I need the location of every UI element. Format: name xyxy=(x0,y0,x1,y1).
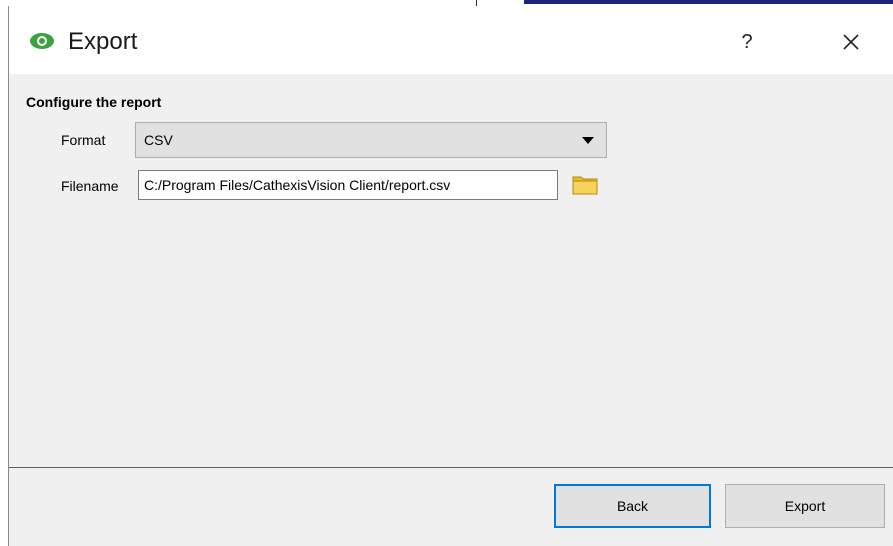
help-button[interactable]: ? xyxy=(729,24,765,60)
back-button[interactable]: Back xyxy=(554,484,711,528)
export-dialog: Export ? Configure the report Format CSV… xyxy=(8,6,893,546)
browse-button[interactable] xyxy=(571,170,599,198)
dropdown-arrow-icon xyxy=(582,137,594,144)
format-dropdown[interactable]: CSV xyxy=(135,122,607,158)
footer-divider xyxy=(9,467,893,468)
format-label: Format xyxy=(61,132,106,148)
folder-icon xyxy=(571,176,599,202)
format-selected-value: CSV xyxy=(144,132,173,148)
close-button[interactable] xyxy=(829,20,873,64)
export-button[interactable]: Export xyxy=(725,484,885,528)
title-bar: Export ? xyxy=(9,6,893,74)
screen: Export ? Configure the report Format CSV… xyxy=(0,0,893,546)
background-window-titlebar xyxy=(524,0,893,4)
dialog-title: Export xyxy=(68,28,138,55)
eye-icon xyxy=(29,32,55,50)
filename-label: Filename xyxy=(61,178,119,194)
filename-input[interactable] xyxy=(138,170,558,200)
section-title: Configure the report xyxy=(26,94,162,110)
close-icon xyxy=(829,34,873,68)
